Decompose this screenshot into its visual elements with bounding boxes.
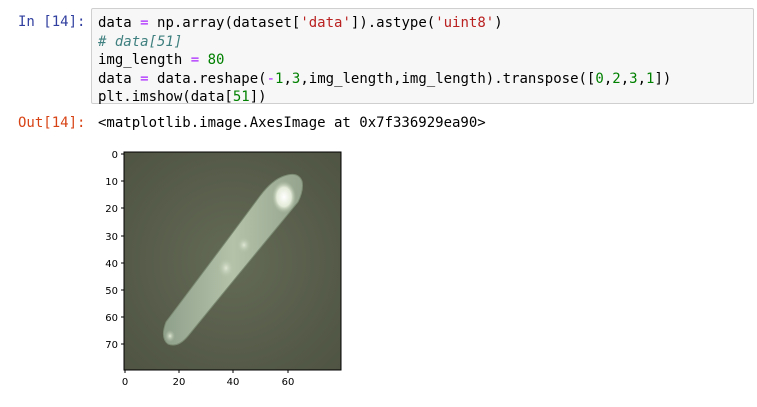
y-tick-label: 60 [105, 313, 118, 324]
x-tick-label: 60 [282, 377, 295, 388]
y-tick-label: 70 [105, 340, 118, 351]
y-tick-label: 30 [105, 232, 118, 243]
x-tick-label: 20 [173, 377, 186, 388]
y-tick-label: 40 [105, 259, 118, 270]
image-area [124, 152, 341, 370]
x-tick-label: 40 [227, 377, 240, 388]
y-tick-label: 0 [112, 150, 118, 161]
x-axis: 0 20 40 60 [122, 370, 295, 388]
y-tick-label: 50 [105, 286, 118, 297]
x-tick-label: 0 [122, 377, 128, 388]
y-axis: 0 10 20 30 40 50 60 70 [105, 150, 124, 351]
imshow-plot: 0 10 20 30 40 50 60 70 0 20 40 60 [105, 150, 342, 388]
y-tick-label: 10 [105, 177, 118, 188]
y-tick-label: 20 [105, 204, 118, 215]
